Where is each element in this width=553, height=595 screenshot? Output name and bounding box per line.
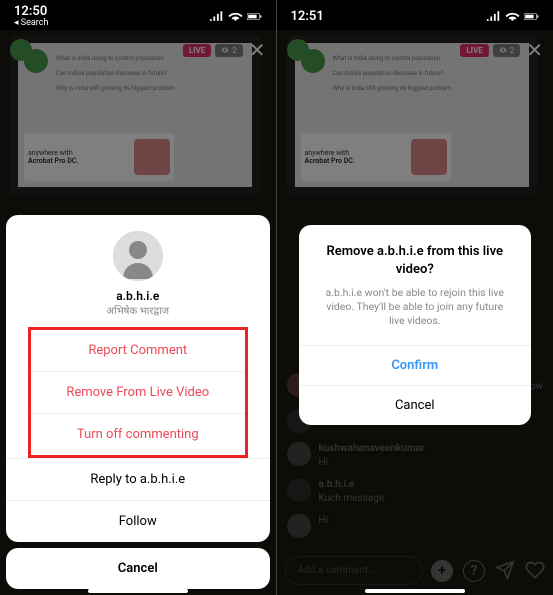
reply-button[interactable]: Reply to a.b.h.i.e — [6, 458, 270, 500]
battery-icon — [524, 11, 539, 22]
status-bar: 12:50 ◂ Search — [0, 0, 276, 32]
battery-icon — [247, 11, 262, 22]
report-comment-button[interactable]: Report Comment — [31, 330, 245, 371]
status-icons — [209, 11, 262, 22]
wifi-icon — [505, 11, 520, 22]
sheet-fullname: अभिषेक भारद्वाज — [6, 303, 270, 317]
sheet-header: a.b.h.i.e अभिषेक भारद्वाज — [6, 215, 270, 327]
remove-from-live-button[interactable]: Remove From Live Video — [31, 371, 245, 413]
follow-button[interactable]: Follow — [6, 500, 270, 542]
status-time: 12:51 — [291, 10, 324, 23]
highlight-box: Report Comment Remove From Live Video Tu… — [28, 327, 248, 458]
dialog-cancel-button[interactable]: Cancel — [299, 385, 532, 425]
status-icons — [486, 11, 539, 22]
signal-icon — [486, 11, 501, 22]
user-avatar[interactable] — [113, 231, 163, 281]
confirm-button[interactable]: Confirm — [299, 345, 532, 385]
cancel-button[interactable]: Cancel — [6, 548, 270, 589]
confirm-dialog: Remove a.b.h.i.e from this live video? a… — [299, 225, 532, 425]
turn-off-commenting-button[interactable]: Turn off commenting — [31, 413, 245, 455]
left-screenshot: 12:50 ◂ Search What is India doing to co… — [0, 0, 277, 595]
status-bar: 12:51 — [277, 0, 553, 32]
home-indicator[interactable] — [365, 589, 465, 593]
home-indicator[interactable] — [88, 589, 188, 593]
dialog-body: a.b.h.i.e won't be able to rejoin this l… — [299, 286, 532, 345]
wifi-icon — [228, 11, 243, 22]
dialog-title: Remove a.b.h.i.e from this live video? — [299, 225, 532, 286]
sheet-username: a.b.h.i.e — [6, 289, 270, 303]
right-screenshot: 12:51 What is India doing to control pop… — [277, 0, 553, 595]
status-time: 12:50 — [14, 5, 48, 18]
user-action-sheet: a.b.h.i.e अभिषेक भारद्वाज Report Comment… — [6, 215, 270, 589]
back-to-search[interactable]: ◂ Search — [14, 18, 48, 28]
signal-icon — [209, 11, 224, 22]
